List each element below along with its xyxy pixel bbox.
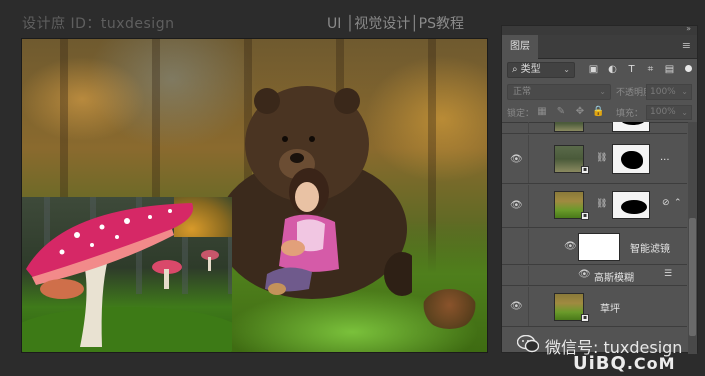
fill-value: 100% [650,107,676,117]
lock-all-icon[interactable]: 🔒 [592,106,604,117]
site-logo: UiBQ.CoM [573,353,676,374]
panel-titlebar[interactable]: » [502,24,697,35]
layers-list[interactable]: 👁 ▪ ⛓ ... 👁 ▪ ⛓ ⊘ ⌃ 👁 智能滤镜 👁 高斯模糊 ☰ 👁 ▪ … [502,122,687,354]
girl-figure [265,168,339,295]
lock-paint-icon[interactable]: ✎ [555,106,567,117]
chevron-down-icon: ⌄ [681,108,688,117]
chevron-down-icon: ⌄ [599,87,606,96]
divider [528,229,529,264]
eye-icon[interactable]: 👁 [510,154,523,166]
layer-thumbnail [554,122,584,132]
site-logo-domain: .CoM [626,354,676,373]
divider [528,185,529,227]
image-filter-icon[interactable]: ▣ [587,63,600,76]
divider [528,266,529,285]
panel-tabbar: 图层 ≡ [502,35,697,59]
divider [528,135,529,183]
filter-row: ⌕ 类型 ⌄ ▣ ◐ T ⌗ ▤ [502,59,697,81]
layer-row[interactable]: 👁 ▪ ⛓ ... [502,135,687,184]
smart-object-badge-icon: ▪ [581,314,589,322]
layer-mask-thumbnail [612,144,650,174]
layers-scrollbar[interactable] [688,122,697,354]
fill-field[interactable]: 100% ⌄ [646,105,692,120]
chevron-down-icon: ⌄ [681,87,688,96]
divider [528,122,529,133]
layer-row[interactable]: 👁 高斯模糊 ☰ [502,266,687,286]
smart-object-badge-icon: ▪ [581,212,589,220]
layer-name: 高斯模糊 [594,273,634,284]
lock-transparent-icon[interactable]: ▦ [536,106,548,117]
fill-label: 填充： [616,109,644,119]
watermark-categories: UI │视觉设计│PS教程 [327,16,465,32]
eye-icon[interactable]: 👁 [510,200,523,212]
smartobject-filter-icon[interactable]: ▤ [663,63,676,76]
site-logo-main: UiBQ [573,353,627,374]
lock-label: 锁定： [507,109,535,119]
layers-panel[interactable]: » 图层 ≡ ⌕ 类型 ⌄ ▣ ◐ T ⌗ ▤ 正常 ⌄ 不透明度： 100% ⌄… [501,24,698,354]
mushroom-illustration [22,203,232,352]
type-filter-icon[interactable]: T [625,63,638,76]
collapse-icon[interactable]: » [686,24,691,33]
filter-kind-select[interactable]: ⌕ 类型 ⌄ [507,62,575,78]
blend-mode-value: 正常 [513,87,532,97]
shape-filter-icon[interactable]: ⌗ [644,63,657,76]
mask-shape [621,200,647,214]
watermark-designer-id: 设计庶 ID：tuxdesign [22,16,175,32]
filter-kind-value: 类型 [520,64,541,75]
wechat-icon [517,335,539,353]
layer-name: 草坪 [600,304,620,315]
layer-mask-thumbnail [612,191,650,219]
blend-row: 正常 ⌄ 不透明度： 100% ⌄ [502,81,697,103]
layer-thumbnail [554,293,584,321]
opacity-value: 100% [650,87,676,97]
chevron-down-icon: ⌄ [563,65,570,74]
adjustment-filter-icon[interactable]: ◐ [606,63,619,76]
filter-toggle[interactable] [685,65,692,72]
link-chain-icon[interactable]: ⛓ [596,153,607,163]
tab-layers[interactable]: 图层 [502,35,538,59]
chevron-up-icon[interactable]: ⌃ [674,198,682,208]
mask-shape [621,151,643,169]
opacity-field[interactable]: 100% ⌄ [646,84,692,100]
layer-thumbnail [554,145,584,173]
mushroom-background [422,289,477,329]
smart-filter-mask-thumbnail [578,233,620,261]
mushroom-inset-image [22,197,232,352]
layer-mask-thumbnail [612,122,650,132]
filter-options-icon[interactable]: ☰ [664,269,672,279]
scrollbar-thumb[interactable] [689,218,696,336]
layer-row[interactable]: 👁 智能滤镜 [502,229,687,265]
blend-mode-select[interactable]: 正常 ⌄ [507,84,611,100]
lock-row: 锁定： ▦ ✎ ✥ 🔒 填充： 100% ⌄ [502,103,697,123]
document-canvas[interactable] [21,38,488,353]
eye-icon[interactable]: 👁 [578,269,591,281]
layer-name-ellipsis: ... [660,152,670,163]
smart-filter-icon[interactable]: ⊘ [662,198,670,208]
layer-row[interactable]: 👁 ▪ 草坪 [502,287,687,327]
smart-object-badge-icon: ▪ [581,166,589,174]
layer-thumbnail [554,191,584,219]
eye-icon[interactable]: 👁 [510,301,523,313]
search-icon: ⌕ [512,64,518,75]
link-chain-icon[interactable]: ⛓ [596,199,607,209]
eye-icon[interactable]: 👁 [564,241,577,253]
layer-row[interactable] [502,122,687,134]
panel-menu-icon[interactable]: ≡ [682,40,691,51]
divider [528,287,529,326]
mask-shape [621,122,645,125]
lock-position-icon[interactable]: ✥ [574,106,586,117]
layer-row[interactable]: 👁 ▪ ⛓ ⊘ ⌃ [502,185,687,228]
layer-name: 智能滤镜 [630,244,670,255]
